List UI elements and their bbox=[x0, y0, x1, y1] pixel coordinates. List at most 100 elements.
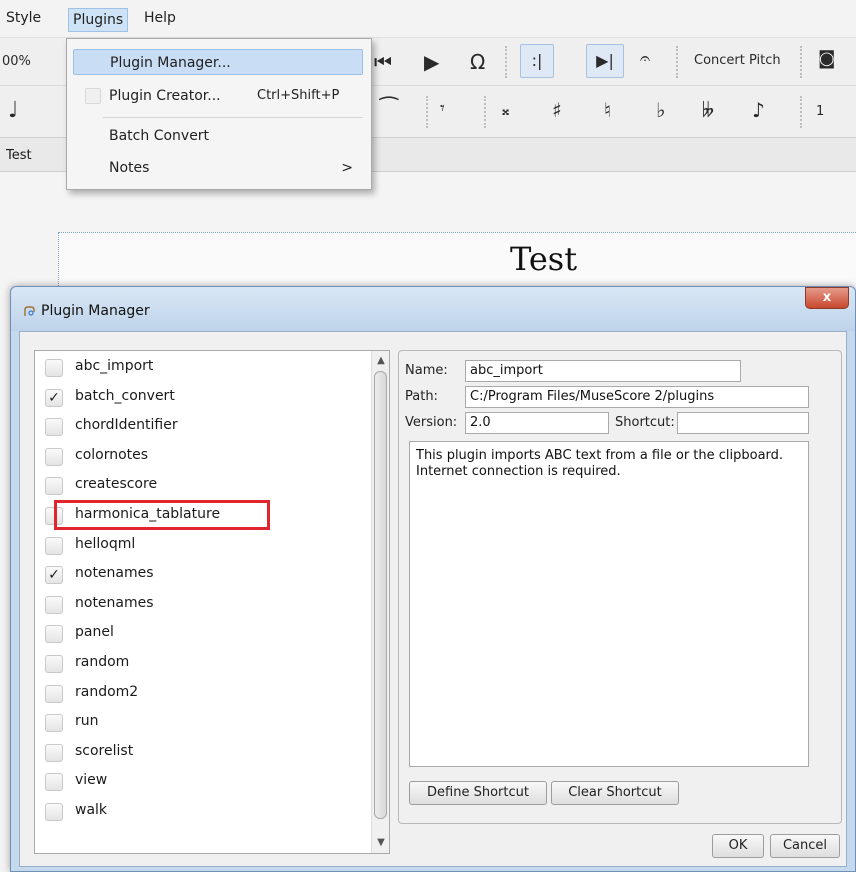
double-flat-icon[interactable]: 𝄫 bbox=[702, 98, 714, 122]
dialog-titlebar[interactable]: Plugin Manager x bbox=[11, 287, 855, 331]
plugin-list-item[interactable]: run bbox=[35, 708, 375, 737]
checkbox-icon[interactable] bbox=[45, 359, 63, 377]
metronome-icon[interactable]: 𝄐 bbox=[640, 48, 650, 69]
plugin-list-item[interactable]: notenames bbox=[35, 590, 375, 619]
sharp-icon[interactable]: ♯ bbox=[552, 98, 562, 122]
close-button[interactable]: x bbox=[805, 287, 849, 309]
menu-style[interactable]: Style bbox=[6, 10, 41, 26]
scroll-down-icon[interactable]: ▼ bbox=[375, 837, 387, 849]
path-field[interactable]: C:/Program Files/MuseScore 2/plugins bbox=[465, 386, 809, 408]
plugin-list-item[interactable]: chordIdentifier bbox=[35, 412, 375, 441]
concert-pitch-button[interactable]: Concert Pitch bbox=[694, 53, 781, 68]
flat-icon[interactable]: ♭ bbox=[656, 98, 665, 122]
version-field[interactable]: 2.0 bbox=[465, 412, 609, 434]
separator bbox=[676, 46, 678, 78]
plugin-list-item[interactable]: panel bbox=[35, 619, 375, 648]
checkbox-icon[interactable] bbox=[45, 595, 63, 614]
scroll-thumb[interactable] bbox=[374, 371, 387, 819]
menubar: Style Plugins Help bbox=[0, 0, 856, 38]
menu-plugins[interactable]: Plugins bbox=[68, 8, 129, 32]
shortcut-field[interactable] bbox=[677, 412, 809, 434]
plugin-name: notenames bbox=[75, 565, 154, 582]
dialog-body: walk view scorelist run random2 random panel no… bbox=[19, 331, 847, 867]
camera-icon[interactable]: ◙ bbox=[818, 48, 835, 69]
plugin-list-item[interactable]: random2 bbox=[35, 679, 375, 708]
loop-icon[interactable]: Ω bbox=[470, 50, 485, 74]
separator bbox=[505, 46, 507, 78]
path-label: Path: bbox=[405, 389, 438, 404]
menu-separator bbox=[103, 117, 363, 118]
chevron-right-icon: > bbox=[341, 160, 353, 176]
checkbox-icon[interactable] bbox=[45, 477, 63, 496]
flip-direction-icon[interactable]: ♪ bbox=[752, 98, 765, 122]
plugin-name: walk bbox=[75, 802, 108, 818]
checkbox-checked-icon[interactable]: ✓ bbox=[45, 388, 63, 407]
plugin-name: random bbox=[75, 654, 130, 670]
play-repeats-icon[interactable]: ▶| bbox=[586, 44, 624, 78]
scroll-up-icon[interactable]: ▲ bbox=[375, 355, 387, 367]
plugin-name: helloqml bbox=[75, 535, 136, 552]
plugin-name: scorelist bbox=[75, 742, 134, 759]
plugin-name: run bbox=[75, 713, 99, 730]
checkbox-icon[interactable] bbox=[45, 684, 63, 703]
version-label: Version: bbox=[405, 415, 458, 430]
highlight-annotation bbox=[54, 500, 270, 530]
plugin-list-item[interactable]: ✓ batch_convert bbox=[35, 383, 375, 412]
checkbox-icon[interactable] bbox=[45, 773, 63, 792]
voice-1-button[interactable]: 1 bbox=[816, 104, 824, 119]
separator bbox=[484, 96, 486, 128]
tab-score[interactable]: Test bbox=[6, 148, 32, 163]
menu-help[interactable]: Help bbox=[144, 10, 176, 26]
shortcut-label: Ctrl+Shift+P bbox=[257, 88, 340, 103]
cancel-button[interactable]: Cancel bbox=[770, 834, 840, 858]
checkbox-icon[interactable] bbox=[45, 447, 63, 466]
loop-in-icon[interactable]: :| bbox=[520, 44, 554, 78]
menu-item-notes[interactable]: Notes > bbox=[73, 155, 363, 181]
zoom-field[interactable]: 00% bbox=[2, 54, 31, 69]
menu-item-plugin-creator[interactable]: Plugin Creator... Ctrl+Shift+P bbox=[73, 83, 363, 109]
ok-button[interactable]: OK bbox=[712, 834, 764, 858]
menu-item-plugin-manager[interactable]: Plugin Manager... bbox=[73, 49, 363, 75]
tie-icon[interactable]: ⁀ bbox=[380, 98, 398, 123]
close-icon: x bbox=[822, 290, 832, 305]
plugin-name: createscore bbox=[75, 476, 158, 493]
checkbox-checked-icon[interactable]: ✓ bbox=[45, 566, 63, 585]
checkbox-icon[interactable] bbox=[45, 655, 63, 673]
rest-icon[interactable]: 𝄾 bbox=[440, 98, 445, 119]
plugin-list-item[interactable]: random bbox=[35, 649, 375, 678]
plugin-list-item[interactable]: view bbox=[35, 767, 375, 796]
plugin-list: walk view scorelist run random2 random panel no… bbox=[34, 350, 390, 854]
plugin-list-item[interactable]: colornotes bbox=[35, 442, 375, 471]
name-field[interactable]: abc_import bbox=[465, 360, 741, 382]
plugin-list-item[interactable]: scorelist bbox=[35, 738, 375, 767]
plugin-name: batch_convert bbox=[75, 387, 175, 404]
double-sharp-icon[interactable]: 𝄪 bbox=[502, 100, 509, 120]
checkbox-icon[interactable] bbox=[45, 714, 63, 733]
plugin-details-panel: Name: abc_import Path: C:/Program Files/… bbox=[398, 350, 842, 824]
plugin-list-item[interactable]: ✓ notenames bbox=[35, 560, 375, 589]
score-title[interactable]: Test bbox=[510, 240, 577, 278]
plugin-list-item[interactable]: helloqml bbox=[35, 531, 375, 560]
checkbox-icon[interactable] bbox=[45, 625, 63, 644]
plugin-list-item[interactable]: walk bbox=[35, 797, 375, 826]
clear-shortcut-button[interactable]: Clear Shortcut bbox=[551, 781, 679, 805]
checkbox-icon[interactable] bbox=[45, 803, 63, 821]
quarter-note-icon[interactable]: ♩ bbox=[8, 98, 18, 123]
play-icon[interactable]: ▶ bbox=[424, 50, 439, 74]
checkbox-icon[interactable] bbox=[45, 536, 63, 555]
dialog-title: Plugin Manager bbox=[41, 303, 150, 319]
plugin-name: abc_import bbox=[75, 358, 154, 374]
checkbox-icon[interactable] bbox=[45, 743, 63, 762]
plugin-manager-dialog: Plugin Manager x walk view scorelist run ran… bbox=[10, 286, 856, 872]
plugin-name: notenames bbox=[75, 594, 154, 611]
plugin-list-item[interactable]: abc_import bbox=[35, 353, 375, 382]
shortcut-label: Shortcut: bbox=[615, 415, 675, 430]
rewind-icon[interactable]: ⏮ bbox=[374, 50, 392, 74]
natural-icon[interactable]: ♮ bbox=[604, 98, 611, 122]
menu-item-batch-convert[interactable]: Batch Convert bbox=[73, 123, 363, 149]
checkbox-icon[interactable] bbox=[45, 418, 63, 437]
scrollbar[interactable]: ▲ ▼ bbox=[371, 351, 389, 853]
plugin-list-item[interactable]: createscore bbox=[35, 471, 375, 500]
description-text[interactable]: This plugin imports ABC text from a file… bbox=[409, 441, 809, 767]
define-shortcut-button[interactable]: Define Shortcut bbox=[409, 781, 547, 805]
